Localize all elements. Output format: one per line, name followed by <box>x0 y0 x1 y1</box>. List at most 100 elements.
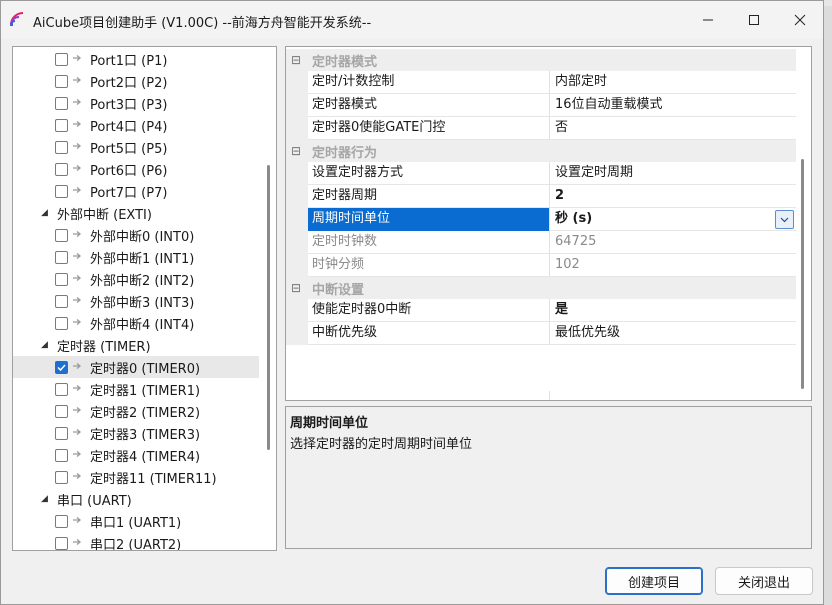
property-row[interactable]: 定时器模式 16位自动重载模式 <box>286 94 796 117</box>
property-value[interactable]: 最低优先级 <box>549 322 796 345</box>
tree-item[interactable]: 外部中断3 (INT3) <box>13 290 259 312</box>
tree-item[interactable]: Port7口 (P7) <box>13 180 259 202</box>
tree-item[interactable]: 定时器11 (TIMER11) <box>13 466 259 488</box>
minimize-button[interactable] <box>685 1 731 39</box>
description-text: 选择定时器的定时周期时间单位 <box>290 437 473 452</box>
checkbox-icon[interactable] <box>55 448 68 462</box>
tree-item[interactable]: Port5口 (P5) <box>13 136 259 158</box>
property-name: 设置定时器方式 <box>312 165 404 180</box>
close-window-button[interactable] <box>777 1 823 39</box>
tree-item[interactable]: 定时器4 (TIMER4) <box>13 444 259 466</box>
property-category[interactable]: ⊟ 定时器行为 <box>286 140 796 162</box>
property-row[interactable]: 定时/计数控制 内部定时 <box>286 71 796 94</box>
property-row[interactable]: 使能定时器0中断 是 <box>286 299 796 322</box>
tree-item[interactable]: Port2口 (P2) <box>13 70 259 92</box>
expand-triangle-icon[interactable]: ◢ <box>41 208 51 218</box>
tree-item-label: Port7口 (P7) <box>90 185 168 201</box>
property-row[interactable]: 定时器0使能GATE门控 否 <box>286 117 796 140</box>
tree-group[interactable]: ◢ 串口 (UART) <box>13 488 259 510</box>
property-value[interactable]: 秒 (s) <box>549 208 796 231</box>
checkbox-checked-icon[interactable] <box>55 360 68 374</box>
checkbox-icon[interactable] <box>55 52 68 66</box>
property-value[interactable]: 否 <box>549 117 796 140</box>
collapse-icon[interactable]: ⊟ <box>286 281 306 295</box>
arrow-right-icon <box>72 294 82 309</box>
checkbox-icon[interactable] <box>55 118 68 132</box>
tree-item[interactable]: 定时器2 (TIMER2) <box>13 400 259 422</box>
tree-item[interactable]: 外部中断2 (INT2) <box>13 268 259 290</box>
app-logo-icon <box>9 11 25 27</box>
property-category[interactable]: ⊟ 中断设置 <box>286 277 796 299</box>
property-scrollbar-thumb[interactable] <box>801 159 804 389</box>
tree-item-label: 外部中断4 (INT4) <box>90 317 195 333</box>
property-row[interactable]: 定时时钟数 64725 <box>286 231 796 254</box>
tree-item[interactable]: Port6口 (P6) <box>13 158 259 180</box>
tree-group[interactable]: ◢ 定时器 (TIMER) <box>13 334 259 356</box>
arrow-right-icon <box>72 404 82 419</box>
tree-item-label: 串口1 (UART1) <box>90 515 182 531</box>
checkbox-icon[interactable] <box>55 426 68 440</box>
row-gutter <box>286 71 308 94</box>
checkbox-icon[interactable] <box>55 536 68 550</box>
checkbox-icon[interactable] <box>55 382 68 396</box>
maximize-button[interactable] <box>731 1 777 39</box>
collapse-icon[interactable]: ⊟ <box>286 53 306 67</box>
peripheral-tree[interactable]: Port1口 (P1) Port2口 (P2) Port3口 (P3) Port4口 … <box>12 46 277 551</box>
property-row[interactable]: 周期时间单位秒 (s) <box>286 208 796 231</box>
tree-item[interactable]: Port4口 (P4) <box>13 114 259 136</box>
property-value[interactable]: 内部定时 <box>549 71 796 94</box>
checkbox-icon[interactable] <box>55 404 68 418</box>
arrow-right-icon <box>72 74 82 89</box>
description-title: 周期时间单位 <box>290 416 369 431</box>
checkbox-icon[interactable] <box>55 272 68 286</box>
tree-item[interactable]: 外部中断4 (INT4) <box>13 312 259 334</box>
expand-triangle-icon[interactable]: ◢ <box>41 494 51 504</box>
property-value[interactable]: 是 <box>549 299 796 322</box>
property-value[interactable]: 16位自动重载模式 <box>549 94 796 117</box>
property-row[interactable]: 定时器周期 2 <box>286 185 796 208</box>
checkbox-icon[interactable] <box>55 316 68 330</box>
checkbox-icon[interactable] <box>55 470 68 484</box>
checkbox-icon[interactable] <box>55 294 68 308</box>
tree-item[interactable]: 外部中断1 (INT1) <box>13 246 259 268</box>
checkbox-icon[interactable] <box>55 140 68 154</box>
title-bar: AiCube项目创建助手 (V1.00C) --前海方舟智能开发系统-- <box>1 1 823 39</box>
checkbox-icon[interactable] <box>55 74 68 88</box>
close-exit-button[interactable]: 关闭退出 <box>715 567 813 595</box>
tree-item-label: Port3口 (P3) <box>90 97 168 113</box>
property-row[interactable]: 时钟分频 102 <box>286 254 796 277</box>
collapse-icon[interactable]: ⊟ <box>286 144 306 158</box>
tree-item[interactable]: 定时器3 (TIMER3) <box>13 422 259 444</box>
property-row[interactable]: 中断优先级 最低优先级 <box>286 322 796 345</box>
tree-group[interactable]: ◢ 外部中断 (EXTI) <box>13 202 259 224</box>
tree-item[interactable]: 定时器1 (TIMER1) <box>13 378 259 400</box>
tree-item-label: Port6口 (P6) <box>90 163 168 179</box>
create-project-button[interactable]: 创建项目 <box>605 567 703 595</box>
expand-triangle-icon[interactable]: ◢ <box>41 340 51 350</box>
tree-item[interactable]: 串口1 (UART1) <box>13 510 259 532</box>
property-value[interactable]: 2 <box>549 185 796 208</box>
tree-item-label: 定时器0 (TIMER0) <box>90 361 201 377</box>
chevron-down-icon[interactable] <box>775 210 794 229</box>
checkbox-icon[interactable] <box>55 228 68 242</box>
tree-item[interactable]: Port3口 (P3) <box>13 92 259 114</box>
checkbox-icon[interactable] <box>55 184 68 198</box>
checkbox-icon[interactable] <box>55 514 68 528</box>
tree-item[interactable]: 串口2 (UART2) <box>13 532 259 550</box>
arrow-right-icon <box>72 426 82 441</box>
tree-item[interactable]: Port1口 (P1) <box>13 48 259 70</box>
checkbox-icon[interactable] <box>55 162 68 176</box>
property-value[interactable]: 设置定时周期 <box>549 162 796 185</box>
tree-scrollbar-thumb[interactable] <box>267 165 270 450</box>
property-row[interactable]: 设置定时器方式 设置定时周期 <box>286 162 796 185</box>
property-category[interactable]: ⊟ 定时器模式 <box>286 49 796 71</box>
tree-item-label: Port4口 (P4) <box>90 119 168 135</box>
checkbox-icon[interactable] <box>55 250 68 264</box>
tree-item[interactable]: 定时器0 (TIMER0) <box>13 356 259 378</box>
checkbox-icon[interactable] <box>55 96 68 110</box>
property-grid[interactable]: ⊟ 定时器模式 定时/计数控制 内部定时 定时器模式 16位自动重载模式 定时器0使能GAT… <box>285 46 812 401</box>
category-label: 定时器模式 <box>312 54 378 70</box>
tree-item[interactable]: 外部中断0 (INT0) <box>13 224 259 246</box>
property-value: 102 <box>549 254 796 277</box>
property-name: 定时/计数控制 <box>312 74 395 89</box>
